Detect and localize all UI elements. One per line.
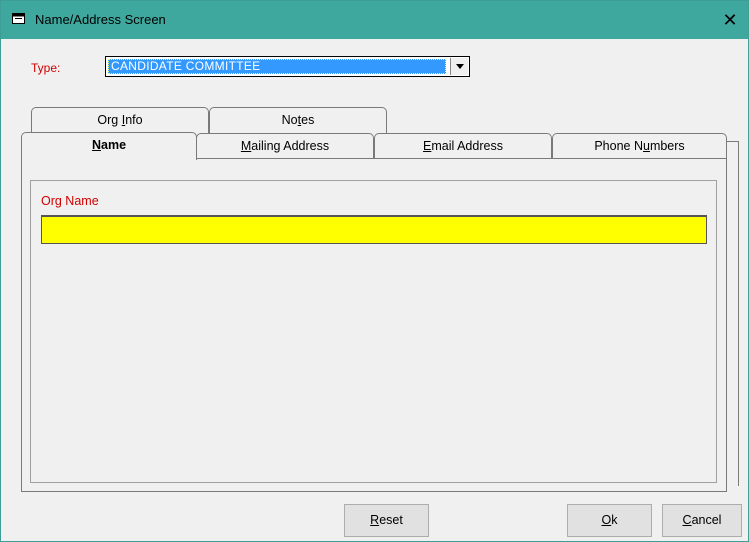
tab-phone-numbers[interactable]: Phone Numbers [552,133,727,159]
name-tab-panel: Org Name [21,158,727,492]
tab-org-info[interactable]: Org Info [31,107,209,133]
title-bar[interactable]: Name/Address Screen ✕ [1,1,748,39]
chevron-down-icon[interactable] [450,58,468,75]
close-icon[interactable]: ✕ [712,1,748,39]
org-name-label: Org Name [41,194,99,208]
ok-button[interactable]: Ok [567,504,652,537]
org-name-input[interactable] [41,215,707,244]
type-selected-value: CANDIDATE COMMITTEE [108,59,446,74]
type-label: Type: [31,61,61,75]
window-title: Name/Address Screen [35,12,166,27]
tab-panel-edge [727,141,739,486]
cancel-button[interactable]: Cancel [662,504,742,537]
tab-mailing-address[interactable]: Mailing Address [196,133,374,159]
tab-name[interactable]: Name [21,132,197,160]
name-address-window: Name/Address Screen ✕ Type: CANDIDATE CO… [0,0,749,542]
tab-email-address[interactable]: Email Address [374,133,552,159]
org-name-group: Org Name [30,180,717,483]
type-dropdown[interactable]: CANDIDATE COMMITTEE [105,56,470,77]
window-app-icon [12,13,25,24]
tab-notes[interactable]: Notes [209,107,387,133]
reset-button[interactable]: Reset [344,504,429,537]
